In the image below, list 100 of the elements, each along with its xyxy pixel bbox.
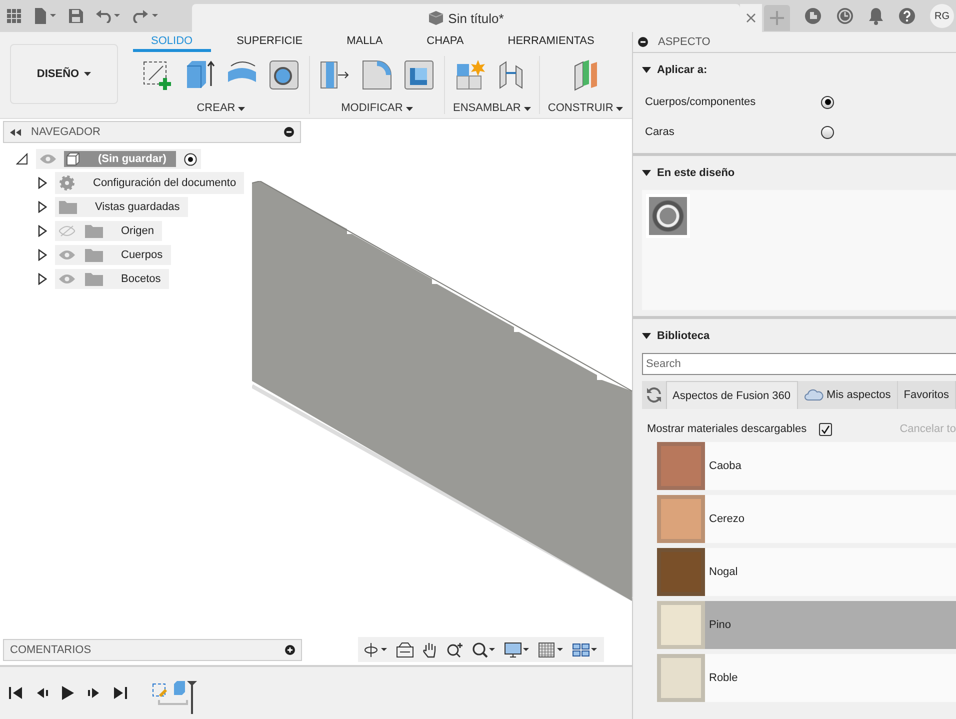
tool-group-menu[interactable]: ENSAMBLAR	[453, 102, 531, 114]
appearance-title: ASPECTO	[658, 36, 710, 48]
viewports-icon[interactable]	[572, 642, 598, 658]
plus-circle-icon[interactable]	[285, 645, 295, 655]
caret-icon	[616, 107, 624, 111]
play-icon[interactable]	[61, 685, 75, 701]
display-icon[interactable]	[504, 642, 530, 658]
skip-start-icon[interactable]	[9, 686, 23, 700]
browser-node[interactable]: Bocetos	[55, 269, 169, 289]
orbit-icon[interactable]	[364, 642, 388, 658]
step-forward-icon[interactable]	[87, 686, 101, 700]
material-name: Cerezo	[709, 513, 744, 525]
expand-triangle-icon[interactable]	[38, 273, 47, 285]
section-heading: Aplicar a:	[657, 64, 708, 76]
joint-icon[interactable]	[454, 58, 488, 92]
material-name: Nogal	[709, 566, 738, 578]
collapse-triangle-icon[interactable]	[642, 67, 651, 73]
expand-triangle-icon[interactable]	[38, 177, 47, 189]
material-row[interactable]: Pino	[657, 601, 956, 649]
material-name: Caoba	[709, 460, 742, 472]
shell-icon[interactable]	[402, 58, 436, 92]
search-field[interactable]: Search	[642, 353, 956, 375]
expand-triangle-icon[interactable]	[38, 249, 47, 261]
option-label: Cuerpos/componentes	[645, 96, 757, 108]
material-row[interactable]: Cerezo	[657, 495, 956, 543]
navigator-title: NAVEGADOR	[31, 126, 100, 138]
material-row[interactable]: Caoba	[657, 442, 956, 490]
appearance-thumbnail[interactable]	[646, 194, 690, 238]
cloud-icon	[804, 389, 824, 401]
comments-title: COMENTARIOS	[10, 644, 92, 656]
bell-icon[interactable]	[868, 7, 884, 25]
minus-circle-icon[interactable]	[638, 37, 648, 47]
cube-icon	[428, 10, 444, 26]
section-heading: Biblioteca	[657, 330, 710, 342]
document-tab[interactable]: Sin título*	[192, 4, 740, 32]
component-name: (Sin guardar)	[97, 153, 166, 165]
tool-group-menu[interactable]: MODIFICAR	[341, 102, 413, 114]
node-label: Cuerpos	[120, 249, 163, 261]
material-row[interactable]: Nogal	[657, 548, 956, 596]
caret-icon	[406, 107, 413, 111]
material-name: Roble	[709, 672, 738, 684]
node-label: Origen	[120, 225, 154, 237]
radio-button[interactable]	[821, 126, 834, 138]
component-icon	[66, 152, 80, 166]
checkbox[interactable]	[819, 422, 832, 436]
folder-icon	[59, 200, 77, 214]
library-tab[interactable]: Mis aspectos	[798, 381, 898, 409]
help-icon[interactable]	[898, 7, 916, 25]
tool-group-menu[interactable]: CREAR	[196, 102, 246, 114]
minus-circle-icon[interactable]	[284, 127, 294, 137]
file-icon[interactable]	[33, 8, 57, 24]
node-label: Bocetos	[120, 273, 161, 285]
hole-icon[interactable]	[267, 58, 301, 92]
skip-end-icon[interactable]	[113, 686, 127, 700]
option-label: Caras	[645, 126, 676, 138]
library-tab[interactable]: Aspectos de Fusion 360	[666, 381, 798, 409]
expand-triangle-icon[interactable]	[38, 201, 47, 213]
expand-triangle-icon[interactable]	[16, 153, 28, 165]
library-tab[interactable]: Favoritos	[898, 381, 956, 409]
extension-icon[interactable]	[804, 7, 822, 25]
user-avatar[interactable]: RG	[930, 4, 954, 28]
caret-icon	[238, 107, 246, 111]
plus-icon	[770, 11, 784, 25]
undo-icon[interactable]	[95, 9, 121, 23]
folder-icon	[85, 224, 103, 238]
browser-node[interactable]: Origen	[55, 221, 162, 241]
grid-icon[interactable]	[538, 642, 564, 658]
app-grid-icon[interactable]	[7, 9, 21, 23]
collapse-icon[interactable]	[10, 128, 21, 136]
toolbar-tab[interactable]: HERRAMIENTAS	[490, 35, 612, 52]
folder-icon	[85, 272, 103, 286]
node-label: Configuración del documento	[92, 177, 236, 189]
tool-group-menu[interactable]: CONSTRUIR	[548, 102, 624, 114]
material-name: Pino	[709, 619, 732, 631]
redo-icon[interactable]	[133, 9, 159, 23]
toolbar-tab[interactable]: MALLA	[328, 35, 401, 52]
gear-icon	[59, 175, 75, 191]
zoom-icon[interactable]	[472, 642, 496, 658]
material-row[interactable]: Roble	[657, 654, 956, 702]
workspace-button[interactable]: DISEÑO	[10, 44, 118, 104]
clock-icon[interactable]	[836, 7, 854, 25]
browser-node[interactable]: Vistas guardadas	[55, 197, 188, 217]
folder-icon	[85, 248, 103, 262]
browser-node[interactable]: Configuración del documento	[55, 172, 244, 194]
camera-icon[interactable]	[396, 642, 414, 658]
save-icon[interactable]	[69, 9, 83, 23]
toolbar-tab[interactable]: SUPERFICIE	[218, 35, 321, 52]
collapse-triangle-icon[interactable]	[642, 170, 651, 176]
hand-icon[interactable]	[422, 642, 438, 658]
radio-button[interactable]	[821, 96, 834, 108]
fillet-icon[interactable]	[360, 58, 394, 92]
zoom-in-icon[interactable]	[446, 642, 464, 658]
collapse-triangle-icon[interactable]	[642, 333, 651, 339]
radio-target-icon[interactable]	[184, 152, 198, 166]
expand-triangle-icon[interactable]	[38, 225, 47, 237]
caret-icon	[84, 72, 92, 76]
toolbar-tab[interactable]: CHAPA	[408, 35, 482, 52]
step-back-icon[interactable]	[35, 686, 49, 700]
refresh-icon	[644, 386, 663, 404]
browser-node[interactable]: Cuerpos	[55, 245, 171, 265]
